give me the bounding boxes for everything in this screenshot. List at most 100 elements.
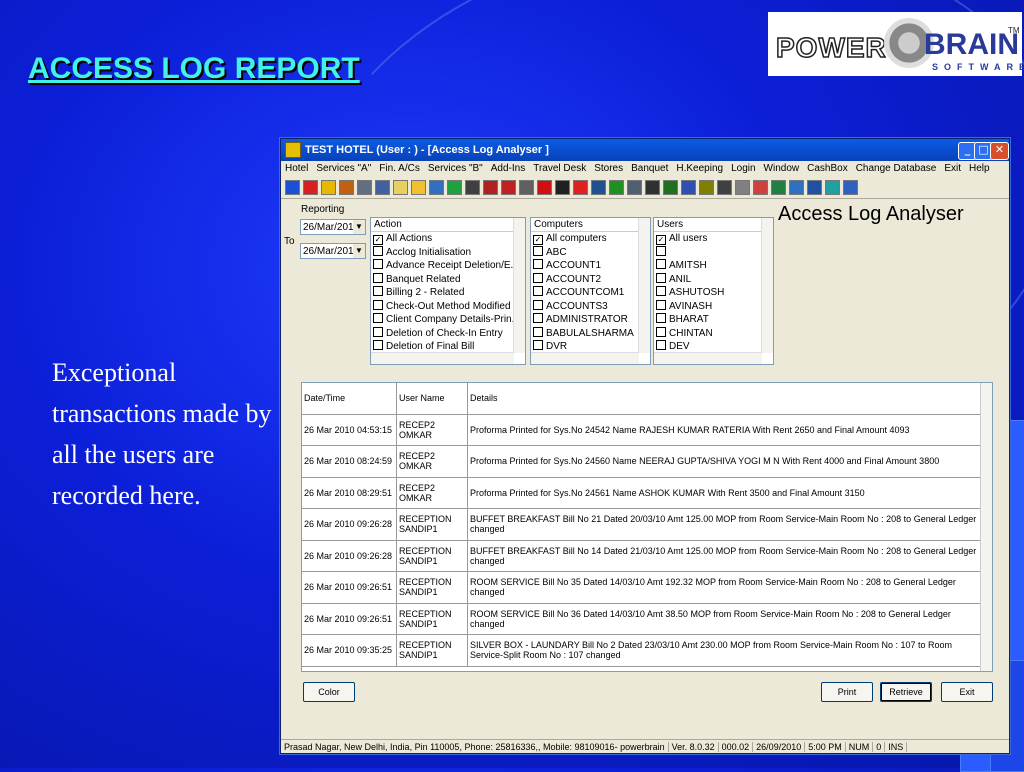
menu-item[interactable]: Add-Ins — [491, 163, 525, 174]
close-button[interactable]: ✕ — [990, 142, 1009, 160]
toolbar-icon[interactable] — [375, 179, 390, 195]
list-item[interactable]: ✓ All computers — [531, 232, 650, 246]
list-item[interactable]: Deletion of Check-In Entry — [371, 326, 525, 341]
toolbar-icon[interactable] — [825, 179, 840, 195]
toolbar-icon[interactable] — [627, 179, 642, 195]
checkbox[interactable] — [533, 313, 543, 323]
vertical-scrollbar[interactable] — [513, 218, 525, 353]
toolbar-icon[interactable] — [573, 179, 588, 195]
checkbox[interactable] — [533, 245, 543, 256]
toolbar-icon[interactable] — [807, 179, 822, 195]
checkbox[interactable] — [656, 299, 666, 310]
horizontal-scrollbar[interactable] — [654, 352, 762, 364]
checkbox[interactable]: ✓ — [656, 235, 666, 245]
action-list[interactable]: Action ✓ All Actions Acclog Initialisation A… — [370, 217, 526, 365]
toolbar-icon[interactable] — [699, 179, 714, 195]
checkbox[interactable] — [373, 326, 383, 337]
toolbar-icon[interactable] — [303, 179, 318, 195]
table-scrollbar[interactable] — [980, 383, 992, 671]
toolbar-icon[interactable] — [519, 179, 534, 195]
vertical-scrollbar[interactable] — [638, 218, 650, 353]
checkbox[interactable] — [373, 286, 383, 296]
table-row[interactable]: 26 Mar 2010 09:26:28 RECEPTION SANDIP1 BUF… — [302, 540, 992, 572]
toolbar-icon[interactable] — [663, 179, 678, 195]
checkbox[interactable] — [373, 272, 383, 283]
list-item[interactable]: ✓ All users — [654, 232, 773, 246]
checkbox[interactable]: ✓ — [533, 235, 543, 245]
retrieve-button[interactable]: Retrieve — [880, 682, 932, 702]
list-item[interactable]: ACCOUNT1 — [531, 259, 650, 273]
computers-list[interactable]: Computers ✓ All computers ABC ACCOUNT1 ACCOUN… — [530, 217, 651, 365]
list-item[interactable]: Client Company Details-Prin... — [371, 313, 525, 327]
checkbox[interactable] — [533, 272, 543, 283]
checkbox[interactable] — [533, 259, 543, 269]
checkbox[interactable] — [656, 340, 666, 350]
list-item[interactable]: ANIL — [654, 272, 773, 287]
toolbar-icon[interactable] — [717, 179, 732, 195]
table-row[interactable]: 26 Mar 2010 09:26:51 RECEPTION SANDIP1 ROO… — [302, 603, 992, 635]
menu-item[interactable]: Stores — [594, 163, 623, 174]
toolbar-icon[interactable] — [681, 179, 696, 195]
menu-item[interactable]: Help — [969, 163, 990, 174]
list-item[interactable]: Banquet Related — [371, 272, 525, 287]
list-item[interactable]: ACCOUNTS3 — [531, 299, 650, 314]
list-item[interactable]: AMITSH — [654, 259, 773, 273]
chevron-down-icon[interactable]: ▼ — [353, 244, 365, 258]
toolbar-icon[interactable] — [789, 179, 804, 195]
toolbar-icon[interactable] — [339, 179, 354, 195]
toolbar-icon[interactable] — [735, 179, 750, 195]
list-item[interactable]: Check-Out Method Modified — [371, 299, 525, 314]
exit-button[interactable]: Exit — [941, 682, 993, 702]
toolbar-icon[interactable] — [429, 179, 444, 195]
checkbox[interactable]: ✓ — [373, 235, 383, 245]
list-item[interactable]: ADMINISTRATOR — [531, 313, 650, 327]
list-item[interactable]: Advance Receipt Deletion/E... — [371, 259, 525, 273]
toolbar-icon[interactable] — [771, 179, 786, 195]
menu-item[interactable]: Hotel — [285, 163, 308, 174]
table-row[interactable]: 26 Mar 2010 08:24:59 RECEP2 OMKAR Proforma… — [302, 446, 992, 478]
checkbox[interactable] — [533, 299, 543, 310]
toolbar-icon[interactable] — [753, 179, 768, 195]
toolbar-icon[interactable] — [501, 179, 516, 195]
checkbox[interactable] — [656, 286, 666, 296]
list-item[interactable]: Billing 2 - Related — [371, 286, 525, 300]
checkbox[interactable] — [373, 340, 383, 350]
toolbar-icon[interactable] — [843, 179, 858, 195]
menu-item[interactable]: Services "B" — [428, 163, 483, 174]
menu-item[interactable]: Travel Desk — [533, 163, 586, 174]
table-row[interactable]: 26 Mar 2010 09:26:28 RECEPTION SANDIP1 BUF… — [302, 509, 992, 541]
checkbox[interactable] — [373, 245, 383, 256]
toolbar-icon[interactable] — [393, 179, 408, 195]
toolbar-icon[interactable] — [321, 179, 336, 195]
toolbar-icon[interactable] — [645, 179, 660, 195]
toolbar-icon[interactable] — [483, 179, 498, 195]
checkbox[interactable] — [656, 245, 666, 256]
toolbar-icon[interactable] — [591, 179, 606, 195]
horizontal-scrollbar[interactable] — [371, 352, 514, 364]
checkbox[interactable] — [656, 313, 666, 323]
menu-item[interactable]: Services "A" — [316, 163, 371, 174]
list-item[interactable]: BABULALSHARMA — [531, 326, 650, 341]
toolbar-icon[interactable] — [357, 179, 372, 195]
toolbar-icon[interactable] — [555, 179, 570, 195]
from-date-combo[interactable]: 26/Mar/2010 ▼ — [300, 219, 366, 235]
color-button[interactable]: Color — [303, 682, 355, 702]
users-list[interactable]: Users ✓ All users AMITSH ANIL ASHUTOSH AVINASH… — [653, 217, 774, 365]
menu-item[interactable]: CashBox — [807, 163, 848, 174]
checkbox[interactable] — [533, 286, 543, 296]
checkbox[interactable] — [373, 299, 383, 310]
list-item[interactable]: ✓ All Actions — [371, 232, 525, 246]
list-item[interactable]: ACCOUNT2 — [531, 272, 650, 287]
toolbar-icon[interactable] — [411, 179, 426, 195]
list-item[interactable] — [654, 245, 773, 260]
toolbar-icon[interactable] — [285, 179, 300, 195]
list-item[interactable]: Acclog Initialisation — [371, 245, 525, 260]
table-row[interactable]: 26 Mar 2010 04:53:15 RECEP2 OMKAR Proforma… — [302, 414, 992, 446]
to-date-combo[interactable]: 26/Mar/2010 ▼ — [300, 243, 366, 259]
vertical-scrollbar[interactable] — [761, 218, 773, 353]
menu-item[interactable]: Change Database — [856, 163, 937, 174]
checkbox[interactable] — [533, 326, 543, 337]
print-button[interactable]: Print — [821, 682, 873, 702]
menu-item[interactable]: H.Keeping — [676, 163, 723, 174]
checkbox[interactable] — [373, 259, 383, 269]
